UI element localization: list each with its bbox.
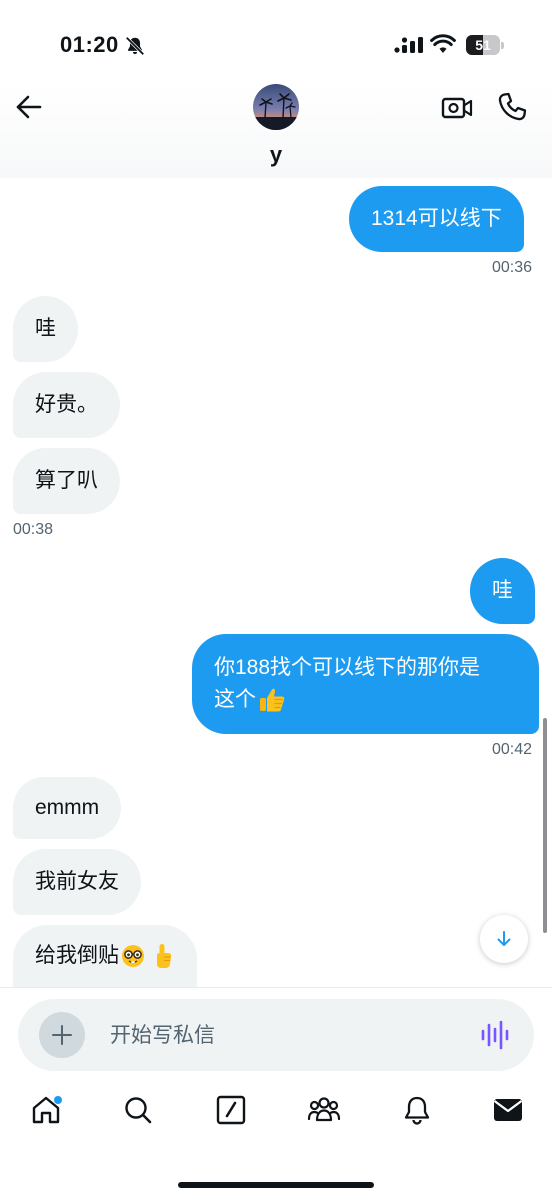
- message-text: 1314可以线下: [371, 207, 502, 230]
- nav-compose[interactable]: [211, 1090, 251, 1130]
- message-bubble-incoming[interactable]: emmm: [13, 777, 122, 839]
- message-text: 哇: [35, 317, 56, 340]
- battery-level: 51: [475, 37, 491, 53]
- bell-icon: [404, 1096, 430, 1125]
- add-media-button[interactable]: [39, 1012, 85, 1058]
- arrow-down-icon: [497, 931, 511, 946]
- contact-name: y: [269, 142, 283, 167]
- message-text-line: 这个: [214, 688, 256, 711]
- message-text: emmm: [35, 796, 100, 819]
- compose-icon: [216, 1095, 246, 1125]
- thumbs-up-emoji-icon: [260, 689, 285, 712]
- mail-icon: [493, 1099, 523, 1121]
- message-bubble-outgoing[interactable]: 哇: [470, 558, 535, 624]
- message-text: 我前女友: [35, 870, 119, 893]
- search-icon: [125, 1097, 152, 1124]
- message-timestamp: 00:36: [492, 259, 533, 276]
- message-bubble-incoming[interactable]: 好贵。: [13, 372, 120, 438]
- message-bubble-outgoing[interactable]: 1314可以线下: [349, 186, 524, 252]
- message-bubble-incoming[interactable]: 算了叭: [13, 448, 120, 514]
- message-bubble-incoming[interactable]: 我前女友: [13, 849, 141, 915]
- communities-icon: [307, 1097, 341, 1122]
- composer-divider: [0, 987, 552, 988]
- nav-messages[interactable]: [488, 1090, 528, 1130]
- message-text: 给我倒贴: [35, 944, 119, 967]
- status-time: 01:20: [60, 32, 119, 57]
- bell-slash-icon: [125, 36, 145, 56]
- wifi-icon: [430, 34, 456, 53]
- message-bubble-incoming[interactable]: 哇: [13, 296, 78, 362]
- message-timestamp: 00:42: [492, 741, 533, 758]
- message-bubble-outgoing[interactable]: 你188找个可以线下的那你是 这个: [192, 634, 539, 734]
- nav-notifications[interactable]: [397, 1090, 437, 1130]
- message-timestamp: 00:38: [13, 521, 54, 538]
- message-input[interactable]: 开始写私信: [110, 1019, 215, 1049]
- nav-communities[interactable]: [304, 1090, 344, 1130]
- voice-message-icon[interactable]: [480, 1019, 510, 1051]
- index-pointing-up-emoji-icon: [157, 944, 172, 968]
- back-arrow-icon[interactable]: [14, 92, 44, 122]
- bottom-navigation: [0, 1090, 552, 1150]
- scroll-to-bottom-button[interactable]: [480, 915, 528, 963]
- message-text: 好贵。: [35, 393, 98, 416]
- status-bar: 01:20 51: [0, 0, 552, 84]
- phone-icon[interactable]: [496, 91, 528, 123]
- battery-icon: 51: [466, 35, 504, 55]
- home-indicator: [178, 1182, 374, 1188]
- nav-search[interactable]: [118, 1090, 158, 1130]
- contact-avatar[interactable]: [253, 84, 299, 130]
- message-text-line: 你188找个可以线下的那你是: [214, 656, 481, 679]
- video-call-icon[interactable]: [441, 93, 473, 123]
- message-text: 哇: [492, 579, 513, 602]
- message-bubble-incoming[interactable]: 给我倒贴: [13, 925, 197, 987]
- home-notification-dot: [54, 1096, 62, 1104]
- nerd-face-emoji-icon: [122, 945, 144, 967]
- conversation-header: y: [0, 84, 552, 178]
- message-text: 算了叭: [35, 469, 98, 492]
- scrollbar[interactable]: [543, 718, 547, 933]
- message-composer: 开始写私信: [18, 999, 534, 1071]
- signal-icon: [394, 37, 423, 53]
- plus-icon: [52, 1025, 72, 1045]
